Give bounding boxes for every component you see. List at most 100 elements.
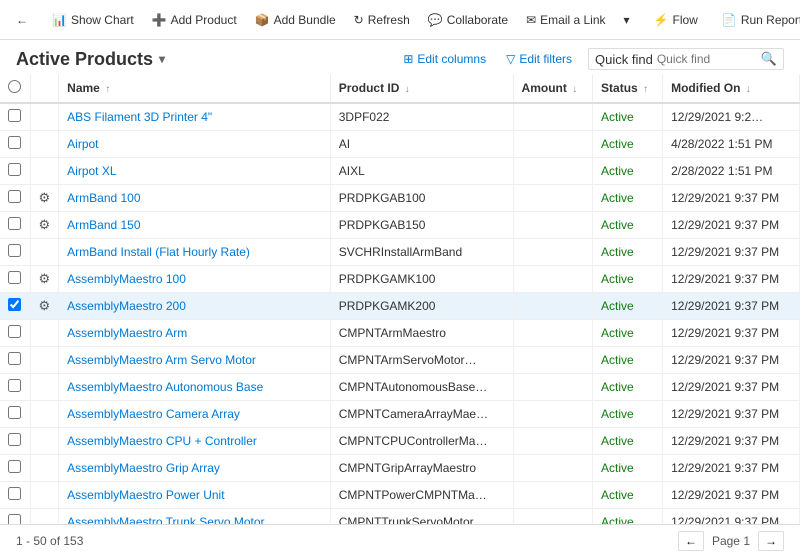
th-name[interactable]: Name ↑ — [59, 74, 331, 103]
row-checkbox[interactable] — [8, 109, 21, 122]
row-checkbox[interactable] — [8, 190, 21, 203]
product-name-link[interactable]: AssemblyMaestro Trunk Servo Motor — [67, 515, 264, 524]
row-checkbox[interactable] — [8, 379, 21, 392]
refresh-button[interactable]: ↻ Refresh — [346, 9, 418, 31]
back-button[interactable]: ← — [8, 9, 36, 31]
row-status-cell: Active — [593, 428, 663, 455]
row-amount-cell — [513, 239, 593, 266]
chart-icon: 📊 — [52, 13, 67, 27]
product-name-link[interactable]: AssemblyMaestro Grip Array — [67, 461, 220, 475]
product-name-link[interactable]: Airpot XL — [67, 164, 116, 178]
show-chart-label: Show Chart — [71, 13, 134, 27]
product-name-link[interactable]: AssemblyMaestro Camera Array — [67, 407, 240, 421]
add-bundle-button[interactable]: 📦 Add Bundle — [247, 9, 344, 31]
row-checkbox-cell — [0, 293, 30, 320]
flow-icon: ⚡ — [654, 13, 669, 27]
row-checkbox[interactable] — [8, 244, 21, 257]
row-status-cell: Active — [593, 455, 663, 482]
row-status-cell: Active — [593, 347, 663, 374]
th-status[interactable]: Status ↑ — [593, 74, 663, 103]
row-modified-cell: 12/29/2021 9:37 PM — [663, 293, 800, 320]
product-name-link[interactable]: ArmBand Install (Flat Hourly Rate) — [67, 245, 250, 259]
table-body: ABS Filament 3D Printer 4"3DPF022Active1… — [0, 103, 800, 524]
row-productid-cell: CMPNTAutonomousBase… — [330, 374, 513, 401]
row-checkbox-cell — [0, 212, 30, 239]
show-chart-button[interactable]: 📊 Show Chart — [44, 9, 142, 31]
page-title: Active Products — [16, 49, 153, 70]
table-row: ⚙AssemblyMaestro 200PRDPKGAMK200Active12… — [0, 293, 800, 320]
product-name-link[interactable]: AssemblyMaestro 100 — [67, 272, 186, 286]
th-product-id[interactable]: Product ID ↓ — [330, 74, 513, 103]
table-row: AssemblyMaestro CPU + ControllerCMPNTCPU… — [0, 428, 800, 455]
row-productid-cell: CMPNTGripArrayMaestro — [330, 455, 513, 482]
row-checkbox[interactable] — [8, 406, 21, 419]
product-name-link[interactable]: Airpot — [67, 137, 98, 151]
row-amount-cell — [513, 293, 593, 320]
next-page-button[interactable]: → — [758, 531, 784, 551]
row-status-cell: Active — [593, 482, 663, 509]
row-productid-cell: PRDPKGAB100 — [330, 185, 513, 212]
row-checkbox[interactable] — [8, 271, 21, 284]
prev-page-button[interactable]: ← — [678, 531, 704, 551]
run-report-button[interactable]: 📄 Run Report — [714, 9, 800, 31]
table-row: AssemblyMaestro ArmCMPNTArmMaestroActive… — [0, 320, 800, 347]
row-checkbox[interactable] — [8, 487, 21, 500]
table-row: AssemblyMaestro Trunk Servo MotorCMPNTTr… — [0, 509, 800, 525]
collaborate-button[interactable]: 💬 Collaborate — [420, 9, 516, 31]
row-name-cell: AssemblyMaestro Autonomous Base — [59, 374, 331, 401]
row-name-cell: ABS Filament 3D Printer 4" — [59, 103, 331, 131]
row-checkbox[interactable] — [8, 352, 21, 365]
row-status-cell: Active — [593, 401, 663, 428]
row-checkbox[interactable] — [8, 514, 21, 524]
th-amount[interactable]: Amount ↓ — [513, 74, 593, 103]
row-checkbox[interactable] — [8, 136, 21, 149]
row-modified-cell: 12/29/2021 9:37 PM — [663, 320, 800, 347]
flow-button[interactable]: ⚡ Flow — [646, 9, 706, 31]
row-status-cell: Active — [593, 103, 663, 131]
product-name-link[interactable]: AssemblyMaestro 200 — [67, 299, 186, 313]
row-name-cell: AssemblyMaestro Arm Servo Motor — [59, 347, 331, 374]
product-name-link[interactable]: ABS Filament 3D Printer 4" — [67, 110, 212, 124]
select-all-radio[interactable] — [8, 80, 21, 93]
row-icon-cell — [30, 509, 59, 525]
add-product-button[interactable]: ➕ Add Product — [144, 9, 245, 31]
th-modified-on[interactable]: Modified On ↓ — [663, 74, 800, 103]
row-productid-cell: CMPNTPowerCMPNTMa… — [330, 482, 513, 509]
product-name-link[interactable]: AssemblyMaestro Arm — [67, 326, 187, 340]
product-name-link[interactable]: ArmBand 150 — [67, 218, 140, 232]
row-modified-cell: 12/29/2021 9:37 PM — [663, 401, 800, 428]
row-checkbox[interactable] — [8, 460, 21, 473]
row-checkbox[interactable] — [8, 298, 21, 311]
refresh-label: Refresh — [368, 13, 410, 27]
table-row: AssemblyMaestro Grip Array CMPNTGripArray… — [0, 455, 800, 482]
row-status-cell: Active — [593, 266, 663, 293]
page-label: Page 1 — [712, 534, 750, 548]
row-checkbox[interactable] — [8, 163, 21, 176]
row-checkbox[interactable] — [8, 433, 21, 446]
search-input[interactable] — [657, 52, 757, 66]
amount-sort-icon: ↓ — [572, 84, 577, 95]
row-status-cell: Active — [593, 320, 663, 347]
table-row: AssemblyMaestro Autonomous Base CMPNTAuto… — [0, 374, 800, 401]
row-checkbox-cell — [0, 131, 30, 158]
row-icon-cell — [30, 103, 59, 131]
product-name-link[interactable]: AssemblyMaestro CPU + Controller — [67, 434, 257, 448]
row-productid-cell: AI — [330, 131, 513, 158]
next-icon: → — [765, 534, 777, 548]
view-title-chevron[interactable]: ▾ — [159, 52, 165, 66]
product-name-link[interactable]: ArmBand 100 — [67, 191, 140, 205]
row-checkbox[interactable] — [8, 217, 21, 230]
row-amount-cell — [513, 482, 593, 509]
add-product-label: Add Product — [171, 13, 237, 27]
row-status-cell: Active — [593, 239, 663, 266]
product-name-link[interactable]: AssemblyMaestro Autonomous Base — [67, 380, 263, 394]
email-dropdown-button[interactable]: ▾ — [616, 9, 638, 31]
edit-columns-button[interactable]: ⊞ Edit columns — [399, 50, 490, 68]
product-name-link[interactable]: AssemblyMaestro Arm Servo Motor — [67, 353, 256, 367]
edit-filters-button[interactable]: ▽ Edit filters — [502, 50, 576, 68]
row-icon-cell: ⚙ — [30, 293, 59, 320]
product-name-link[interactable]: AssemblyMaestro Power Unit — [67, 488, 224, 502]
th-checkbox[interactable] — [0, 74, 30, 103]
row-checkbox[interactable] — [8, 325, 21, 338]
email-link-button[interactable]: ✉ Email a Link — [518, 9, 613, 31]
